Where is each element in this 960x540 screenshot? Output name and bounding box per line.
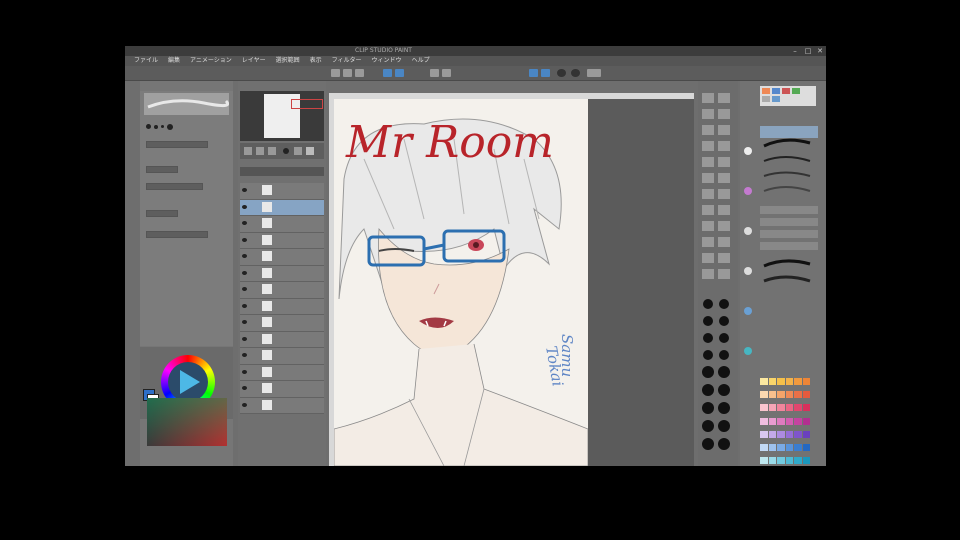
stabilization-row[interactable]	[146, 210, 178, 217]
tool-palette	[698, 81, 738, 466]
clip-studio-button[interactable]	[587, 69, 601, 77]
circle-tool-icon[interactable]	[557, 69, 566, 77]
color-picker-square[interactable]	[147, 398, 227, 446]
layer-row[interactable]	[240, 265, 324, 282]
eye-icon[interactable]	[242, 188, 247, 192]
signature-layer: Samu Tokai	[542, 334, 576, 388]
menu-edit[interactable]: 編集	[165, 56, 183, 66]
app-window: CLIP STUDIO PAINT – □ ✕ ファイル 編集 アニメーション …	[125, 46, 826, 466]
eye-icon[interactable]	[242, 320, 247, 324]
layer-row[interactable]	[240, 348, 324, 365]
layer-row[interactable]	[240, 331, 324, 348]
color-set-palette[interactable]	[760, 378, 810, 466]
eye-icon[interactable]	[242, 237, 247, 242]
menu-selection[interactable]: 選択範囲	[273, 56, 303, 66]
navigator-thumbnail[interactable]	[264, 94, 323, 138]
vector-magnet-row[interactable]	[146, 231, 208, 238]
layer-row[interactable]	[240, 282, 324, 299]
eye-icon[interactable]	[242, 402, 247, 407]
layer-blend-row[interactable]	[240, 167, 324, 176]
redo-button[interactable]	[395, 69, 404, 77]
layer-row[interactable]	[240, 249, 324, 266]
clear-button[interactable]	[430, 69, 439, 77]
drawing-canvas[interactable]: Mr Room Samu Tokai	[334, 99, 588, 466]
layer-row[interactable]	[240, 232, 324, 249]
save-button[interactable]	[355, 69, 364, 77]
layer-row[interactable]	[240, 216, 324, 233]
menu-bar: ファイル 編集 アニメーション レイヤー 選択範囲 表示 フィルター ウィンドウ…	[125, 56, 826, 66]
open-button[interactable]	[343, 69, 352, 77]
navigator-panel	[240, 91, 324, 141]
layer-list	[240, 183, 324, 414]
sub-tool-icons	[744, 86, 818, 355]
transform-button[interactable]	[442, 69, 451, 77]
eye-icon[interactable]	[242, 204, 247, 209]
minimize-button[interactable]: –	[788, 47, 802, 55]
layer-row[interactable]	[240, 397, 324, 414]
eye-icon[interactable]	[242, 254, 247, 258]
menu-help[interactable]: ヘルプ	[409, 56, 433, 66]
layer-row[interactable]	[240, 315, 324, 332]
sub-tool-panel	[740, 81, 826, 466]
menu-file[interactable]: ファイル	[131, 56, 161, 66]
eye-icon[interactable]	[242, 287, 247, 291]
canvas-area[interactable]: Mr Room Samu Tokai	[329, 93, 694, 466]
opacity-row[interactable]	[146, 141, 208, 148]
brush-size-row[interactable]	[146, 123, 173, 130]
layer-row[interactable]	[240, 298, 324, 315]
view-frame	[291, 99, 323, 109]
window-title: CLIP STUDIO PAINT	[355, 47, 412, 54]
eye-icon[interactable]	[242, 369, 247, 374]
layer-row[interactable]	[240, 364, 324, 381]
color-triangle-icon	[180, 370, 200, 394]
command-bar	[125, 66, 826, 81]
snap-ruler-button[interactable]	[529, 69, 538, 77]
brush-stroke-icon	[147, 99, 230, 109]
menu-window[interactable]: ウィンドウ	[369, 56, 405, 66]
close-button[interactable]: ✕	[813, 47, 826, 55]
tool-icons	[702, 93, 730, 450]
layer-row[interactable]	[240, 199, 324, 216]
layer-row[interactable]	[240, 381, 324, 398]
eye-icon[interactable]	[242, 386, 247, 390]
eye-icon[interactable]	[242, 303, 247, 308]
settings-icon[interactable]	[571, 69, 580, 77]
eye-icon[interactable]	[242, 336, 247, 341]
eye-icon[interactable]	[242, 270, 247, 275]
layer-panel	[238, 81, 326, 466]
anti-alias-row[interactable]	[146, 166, 178, 173]
layer-tool-icons	[244, 147, 314, 155]
layer-row[interactable]	[240, 183, 324, 200]
menu-layer[interactable]: レイヤー	[239, 56, 269, 66]
menu-view[interactable]: 表示	[307, 56, 325, 66]
undo-button[interactable]	[383, 69, 392, 77]
tool-property-area	[140, 91, 233, 346]
eye-icon[interactable]	[242, 353, 247, 357]
menu-filter[interactable]: フィルター	[329, 56, 365, 66]
brush-stroke-preview	[144, 93, 230, 115]
brush-density-row[interactable]	[146, 183, 203, 190]
color-triangle[interactable]	[168, 362, 208, 402]
snap-grid-button[interactable]	[541, 69, 550, 77]
eye-icon[interactable]	[242, 221, 247, 225]
title-bar: CLIP STUDIO PAINT – □ ✕	[125, 46, 826, 56]
menu-animation[interactable]: アニメーション	[187, 56, 235, 66]
layer-toolbar	[240, 143, 324, 159]
new-canvas-button[interactable]	[331, 69, 340, 77]
